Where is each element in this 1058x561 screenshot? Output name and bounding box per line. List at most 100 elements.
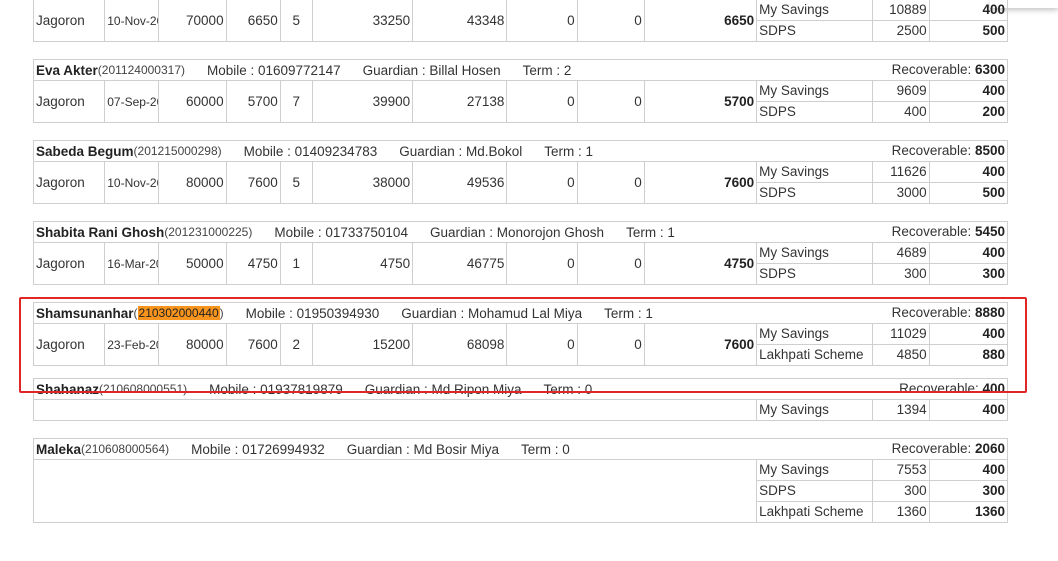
installment: 5700 bbox=[225, 80, 281, 123]
overdue: 0 bbox=[506, 0, 578, 42]
scheme-balance: 2500 bbox=[871, 20, 930, 42]
recoverable-amount: Recoverable: 8880 bbox=[892, 305, 1005, 320]
loan-date: 10-Nov-2021 bbox=[104, 0, 160, 42]
installment-count: 5 bbox=[279, 0, 313, 42]
scheme-amount: 400 bbox=[928, 161, 1009, 183]
member-header: Maleka (210608000564) Mobile : 0172699493… bbox=[33, 438, 1008, 459]
advance: 0 bbox=[576, 242, 645, 285]
scheme-balance: 400 bbox=[871, 101, 930, 123]
table-row: Jagoron10-Nov-20218000076005380004953600… bbox=[32, 161, 1009, 204]
advance: 0 bbox=[576, 80, 645, 123]
scheme-amount: 300 bbox=[928, 263, 1009, 285]
member-mobile: Mobile : 01937819879 bbox=[209, 381, 343, 397]
loan-date: 10-Nov-2021 bbox=[104, 161, 160, 204]
outstanding: 43348 bbox=[412, 0, 508, 42]
installment-count: 2 bbox=[279, 323, 313, 366]
scheme-name: My Savings bbox=[756, 0, 873, 21]
scheme-balance: 1394 bbox=[871, 399, 930, 421]
recoverable-amount: Recoverable: 8500 bbox=[892, 143, 1005, 158]
member-mobile: Mobile : 01409234783 bbox=[243, 143, 378, 159]
due-amount: 7600 bbox=[643, 323, 757, 366]
scheme-balance: 10889 bbox=[871, 0, 930, 21]
outstanding: 68098 bbox=[412, 323, 508, 366]
scheme-amount: 400 bbox=[928, 323, 1009, 345]
loan-area: Jagoron bbox=[32, 323, 106, 366]
member-guardian: Guardian : Billal Hosen bbox=[362, 62, 501, 78]
scheme-balance: 9609 bbox=[871, 80, 930, 102]
member-mobile: Mobile : 01733750104 bbox=[274, 224, 408, 240]
member-name: Maleka bbox=[36, 441, 82, 457]
member-id: (210608000551) bbox=[99, 382, 188, 396]
recoverable-label: Recoverable: bbox=[891, 305, 975, 320]
overdue: 0 bbox=[506, 323, 578, 366]
member-id: (201124000317) bbox=[97, 63, 185, 77]
scheme-name: My Savings bbox=[756, 323, 873, 345]
member-guardian: Guardian : Monorojon Ghosh bbox=[429, 224, 605, 240]
loan-amount: 80000 bbox=[158, 323, 227, 366]
member-name: Shabita Rani Ghosh bbox=[36, 224, 165, 240]
scheme-amount: 1360 bbox=[928, 501, 1009, 523]
loan-area: Jagoron bbox=[32, 161, 106, 204]
recoverable-amount: Recoverable: 5450 bbox=[892, 224, 1005, 239]
scheme-amount: 300 bbox=[928, 480, 1009, 502]
member-header: Sabeda Begum (201215000298) Mobile : 0140… bbox=[33, 140, 1008, 161]
table-row: My Savings 7553 400 bbox=[32, 459, 1009, 523]
loan-date: 23-Feb-2022 bbox=[104, 323, 160, 366]
paid-amount: 15200 bbox=[311, 323, 414, 366]
loan-amount: 80000 bbox=[158, 161, 227, 204]
overdue: 0 bbox=[506, 161, 578, 204]
table-row: Jagoron23-Feb-20228000076002152006809800… bbox=[32, 323, 1009, 366]
outstanding: 49536 bbox=[412, 161, 508, 204]
recoverable-value: 6300 bbox=[974, 62, 1005, 77]
member-collection-list: Jagoron10-Nov-20217000066505332504334800… bbox=[32, 0, 1009, 523]
scheme-amount: 400 bbox=[928, 459, 1009, 481]
recoverable-label: Recoverable: bbox=[891, 62, 975, 77]
outstanding: 46775 bbox=[412, 242, 508, 285]
member-guardian: Guardian : Md Bosir Miya bbox=[346, 441, 500, 457]
member-id: 210302000440 bbox=[137, 306, 220, 320]
scheme-balance: 1360 bbox=[871, 501, 930, 523]
member-id-close: ) bbox=[219, 306, 224, 320]
empty-loan-cell bbox=[32, 459, 758, 523]
member-card: Shabita Rani Ghosh (201231000225) Mobile … bbox=[32, 221, 1009, 285]
paid-amount: 39900 bbox=[311, 80, 414, 123]
table-row: Jagoron10-Nov-20217000066505332504334800… bbox=[32, 0, 1009, 42]
scheme-amount: 400 bbox=[928, 399, 1009, 421]
member-name: Shahanaz bbox=[36, 381, 100, 397]
installment: 4750 bbox=[225, 242, 281, 285]
scheme-name: SDPS bbox=[756, 263, 873, 285]
loan-area: Jagoron bbox=[32, 242, 106, 285]
due-amount: 4750 bbox=[643, 242, 757, 285]
member-name: Sabeda Begum bbox=[36, 143, 134, 159]
scheme-amount: 400 bbox=[928, 80, 1009, 102]
advance: 0 bbox=[576, 0, 645, 42]
member-card: Maleka (210608000564) Mobile : 0172699493… bbox=[32, 438, 1009, 523]
scheme-amount: 400 bbox=[928, 0, 1009, 21]
member-term: Term : 2 bbox=[522, 62, 572, 78]
member-id: (201215000298) bbox=[133, 144, 222, 158]
scheme-balance: 4850 bbox=[871, 344, 930, 366]
member-mobile: Mobile : 01609772147 bbox=[206, 62, 341, 78]
member-term: Term : 0 bbox=[543, 381, 593, 397]
installment-count: 7 bbox=[279, 80, 313, 123]
recoverable-label: Recoverable: bbox=[891, 143, 975, 158]
scheme-balance: 3000 bbox=[871, 182, 930, 204]
due-amount: 7600 bbox=[643, 161, 757, 204]
recoverable-amount: Recoverable: 6300 bbox=[892, 62, 1005, 77]
scheme-balance: 11029 bbox=[871, 323, 930, 345]
member-header: Shahanaz (210608000551) Mobile : 01937819… bbox=[33, 378, 1008, 399]
loan-date: 07-Sep-2021 bbox=[104, 80, 160, 123]
scheme-name: My Savings bbox=[756, 399, 873, 421]
scheme-name: SDPS bbox=[756, 480, 873, 502]
paid-amount: 4750 bbox=[311, 242, 414, 285]
member-card: Shamsunanhar (210302000440) Mobile : 0195… bbox=[32, 302, 1009, 366]
member-guardian: Guardian : Md.Bokol bbox=[399, 143, 523, 159]
scheme-name: Lakhpati Scheme bbox=[756, 344, 873, 366]
recoverable-label: Recoverable: bbox=[891, 441, 975, 456]
overdue: 0 bbox=[506, 80, 578, 123]
recoverable-label: Recoverable: bbox=[899, 381, 983, 396]
scheme-name: SDPS bbox=[756, 182, 873, 204]
member-card: Sabeda Begum (201215000298) Mobile : 0140… bbox=[32, 140, 1009, 204]
paid-amount: 33250 bbox=[311, 0, 414, 42]
paid-amount: 38000 bbox=[311, 161, 414, 204]
